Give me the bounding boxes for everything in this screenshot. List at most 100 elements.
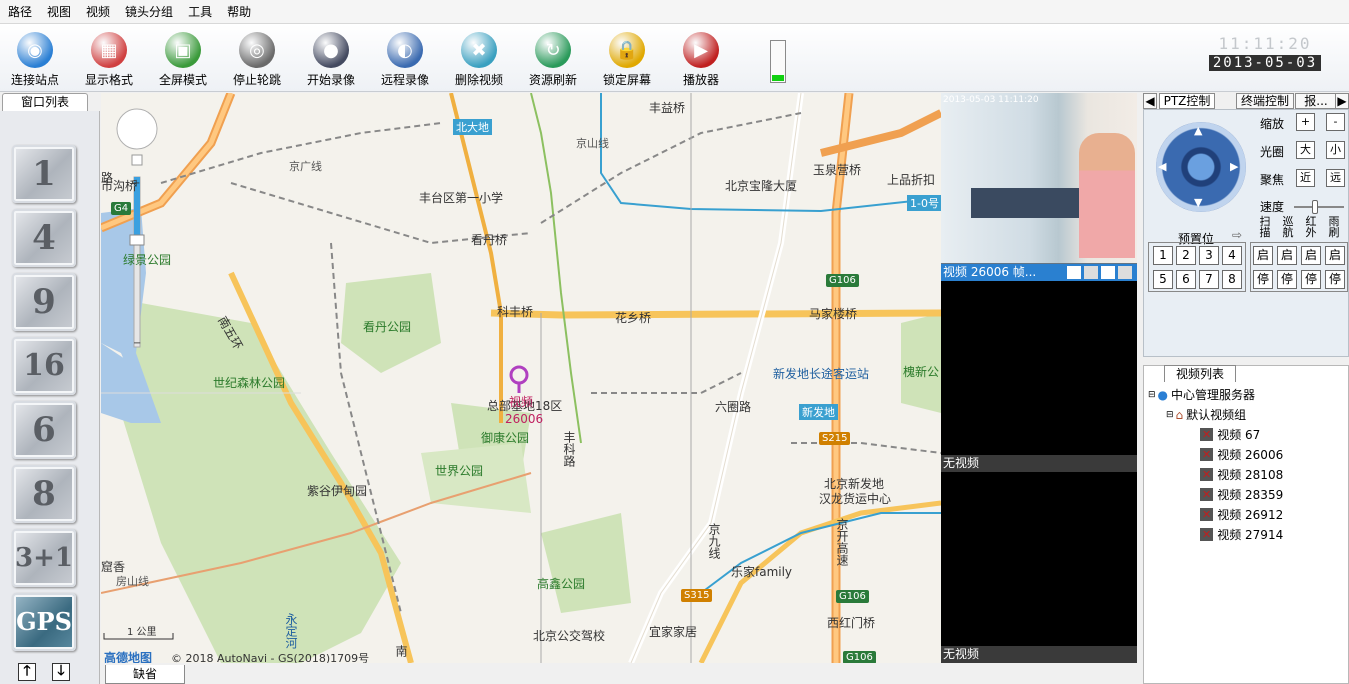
map-label: 南 — [394, 645, 408, 657]
layout-button-16[interactable]: 16 — [12, 337, 76, 395]
ptz-focus-a-button[interactable]: 近 — [1296, 169, 1315, 187]
tab-window-list[interactable]: 窗口列表 — [2, 93, 88, 111]
menu-item-0[interactable]: 路径 — [8, 3, 32, 20]
tree-root-label: 中心管理服务器 — [1171, 388, 1256, 402]
toolbar-button-4[interactable]: ● 开始录像 — [296, 30, 366, 90]
menu-item-4[interactable]: 工具 — [188, 3, 212, 20]
map-label: 上品折扣 — [887, 173, 936, 187]
ptz-zoom-b-button[interactable]: - — [1326, 113, 1345, 131]
scroll-down-button[interactable]: 🡓 — [52, 663, 70, 681]
map-label: 花乡桥 — [615, 311, 652, 325]
collapse-icon[interactable]: ⊟ — [1166, 410, 1174, 420]
ptz-speed-slider[interactable] — [1294, 206, 1344, 208]
tab-video-list[interactable]: 视频列表 — [1164, 365, 1236, 382]
preset-button-5[interactable]: 5 — [1153, 270, 1173, 289]
map-marker-name[interactable]: 视频 — [509, 393, 533, 410]
tree-video-item[interactable]: ✕ 视频 28359 — [1200, 486, 1283, 503]
preset-button-3[interactable]: 3 — [1199, 246, 1219, 265]
tree-video-item[interactable]: ✕ 视频 28108 — [1200, 466, 1283, 483]
video-cell-1[interactable]: 无视频 — [941, 283, 1137, 472]
ptz-iris-a-button[interactable]: 大 — [1296, 141, 1315, 159]
preset-button-8[interactable]: 8 — [1222, 270, 1242, 289]
map-label: 御康公园 — [481, 431, 530, 445]
preset-button-7[interactable]: 7 — [1199, 270, 1219, 289]
tree-video-item[interactable]: ✕ 视频 67 — [1200, 426, 1260, 443]
layout-button-6[interactable]: 6 — [12, 401, 76, 459]
layout-button-9[interactable]: 9 — [12, 273, 76, 331]
tree-video-item[interactable]: ✕ 视频 27914 — [1200, 526, 1283, 543]
tab-report[interactable]: 报... — [1295, 93, 1337, 109]
tab-ptz[interactable]: PTZ控制 — [1159, 93, 1215, 109]
scroll-up-button[interactable]: 🡑 — [18, 663, 36, 681]
aux-stop-button[interactable]: 停 — [1253, 270, 1273, 289]
video-tree: 视频列表 ⊟ ● 中心管理服务器 ⊟ ⌂ 默认视频组 ✕ 视频 67 ✕ 视频 26006 ✕ 视频 2… — [1143, 365, 1349, 684]
ptz-up-icon[interactable]: ▲ — [1194, 124, 1202, 137]
ptz-down-icon[interactable]: ▼ — [1194, 196, 1202, 209]
layout-button-4[interactable]: 4 — [12, 209, 76, 267]
zoom-in-icon[interactable]: + — [132, 178, 140, 189]
tree-video-item[interactable]: ✕ 视频 26006 — [1200, 446, 1283, 463]
tree-root[interactable]: ⊟ ● 中心管理服务器 — [1148, 386, 1255, 403]
menu-item-1[interactable]: 视图 — [47, 3, 71, 20]
toolbar-button-7[interactable]: ↻ 资源刷新 — [518, 30, 588, 90]
ptz-right-icon[interactable]: ▶ — [1230, 160, 1238, 173]
map-label: 北大地 — [453, 119, 492, 135]
preset-button-2[interactable]: 2 — [1176, 246, 1196, 265]
menu-item-2[interactable]: 视频 — [86, 3, 110, 20]
tab-scroll-right-icon[interactable]: ▶ — [1335, 93, 1349, 109]
layout-button-3+1[interactable]: 3+1 — [12, 529, 76, 587]
ptz-joystick[interactable]: ▲ ▼ ◀ ▶ — [1156, 122, 1246, 212]
ptz-iris-b-button[interactable]: 小 — [1326, 141, 1345, 159]
video-controls-icon[interactable] — [1067, 266, 1135, 279]
toolbar-button-1[interactable]: ▦ 显示格式 — [74, 30, 144, 90]
layout-button-gps[interactable]: GPS — [12, 593, 76, 651]
preset-go-icon[interactable]: ⇨ — [1232, 228, 1242, 242]
aux-start-button[interactable]: 启 — [1325, 246, 1345, 265]
menu-item-3[interactable]: 镜头分组 — [125, 3, 173, 20]
map-label: 京山线 — [576, 137, 609, 150]
preset-button-4[interactable]: 4 — [1222, 246, 1242, 265]
toolbar-button-9[interactable]: ▶ 播放器 — [666, 30, 736, 90]
ptz-speed-thumb[interactable] — [1312, 200, 1318, 214]
map-label: 玉泉营桥 — [813, 163, 862, 177]
layout-button-1[interactable]: 1 — [12, 145, 76, 203]
video-cell-2[interactable]: 无视频 — [941, 474, 1137, 663]
aux-start-button[interactable]: 启 — [1301, 246, 1321, 265]
tab-default-view[interactable]: 缺省 — [105, 665, 185, 684]
ptz-focus-b-button[interactable]: 远 — [1326, 169, 1345, 187]
ptz-zoom-a-button[interactable]: + — [1296, 113, 1315, 131]
map-label: 绿景公园 — [123, 253, 172, 267]
ptz-panel: ▲ ▼ ◀ ▶ 缩放 + - 光圈大小聚焦近远速度 预置位 ⇨ 扫描 巡航 红外 雨刷 1 2 3 4 5 6 7 8 启启… — [1143, 109, 1349, 357]
camera-record-icon: ● — [313, 32, 349, 68]
tab-scroll-left-icon[interactable]: ◀ — [1143, 93, 1157, 109]
toolbar-button-3[interactable]: ◎ 停止轮跳 — [222, 30, 292, 90]
toolbar-button-6[interactable]: ✖ 删除视频 — [444, 30, 514, 90]
ptz-left-icon[interactable]: ◀ — [1158, 160, 1166, 173]
aux-stop-button[interactable]: 停 — [1301, 270, 1321, 289]
tree-video-item[interactable]: ✕ 视频 26912 — [1200, 506, 1283, 523]
toolbar-button-2[interactable]: ▣ 全屏模式 — [148, 30, 218, 90]
menu-item-5[interactable]: 帮助 — [227, 3, 251, 20]
tab-terminal[interactable]: 终端控制 — [1236, 93, 1294, 109]
video-cell-0[interactable]: 2013-05-03 11:11:20 视频 26006 帧... — [941, 93, 1137, 281]
map-label: 高鑫公园 — [537, 577, 586, 591]
map-view[interactable]: 路丰益桥 北大地 丰台区第一小学 玉泉营桥 北京宝隆大厦 上品折扣 京广线 京山线 绿景公园 看丹… — [101, 93, 941, 663]
toolbar-button-8[interactable]: 🔒 锁定屏幕 — [592, 30, 662, 90]
collapse-icon[interactable]: ⊟ — [1148, 390, 1156, 400]
ptz-focus-label: 聚焦 — [1260, 173, 1285, 187]
zoom-out-icon[interactable]: − — [133, 338, 141, 349]
layout-panel: 1 4 9 16 6 8 3+1 GPS — [0, 111, 100, 684]
aux-start-button[interactable]: 启 — [1277, 246, 1297, 265]
aux-start-button[interactable]: 启 — [1253, 246, 1273, 265]
map-marker-id[interactable]: 26006 — [505, 412, 543, 426]
video-caption: 无视频 — [941, 646, 1137, 663]
preset-button-6[interactable]: 6 — [1176, 270, 1196, 289]
toolbar-button-0[interactable]: ◉ 连接站点 — [0, 30, 70, 90]
tree-group-label: 默认视频组 — [1186, 408, 1247, 422]
preset-button-1[interactable]: 1 — [1153, 246, 1173, 265]
aux-stop-button[interactable]: 停 — [1277, 270, 1297, 289]
layout-button-8[interactable]: 8 — [12, 465, 76, 523]
aux-stop-button[interactable]: 停 — [1325, 270, 1345, 289]
tree-group[interactable]: ⊟ ⌂ 默认视频组 — [1166, 406, 1246, 423]
toolbar-button-5[interactable]: ◐ 远程录像 — [370, 30, 440, 90]
